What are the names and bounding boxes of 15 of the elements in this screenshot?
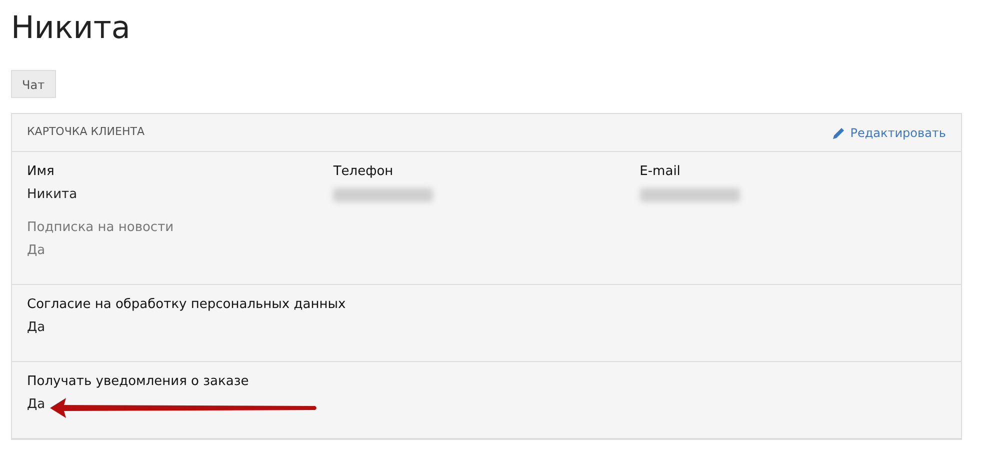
- card-title: КАРТОЧКА КЛИЕНТА: [27, 124, 144, 140]
- field-label: Подписка на новости: [27, 218, 175, 236]
- field-label: Согласие на обработку персональных данных: [27, 296, 347, 312]
- chat-tab[interactable]: Чат: [11, 70, 56, 98]
- field-value: Да: [27, 318, 46, 336]
- field-label: E-mail: [640, 163, 682, 180]
- field-label: Телефон: [333, 163, 394, 180]
- pencil-icon: [833, 126, 846, 138]
- field-label: Получать уведомления о заказе: [27, 372, 250, 390]
- field-label: Имя: [27, 163, 56, 180]
- page-title: Никита: [11, 9, 132, 48]
- edit-link[interactable]: Редактировать: [833, 124, 946, 142]
- field-value: Да: [27, 242, 46, 260]
- field-value: Никита: [27, 186, 78, 204]
- field-value: Да: [27, 396, 46, 414]
